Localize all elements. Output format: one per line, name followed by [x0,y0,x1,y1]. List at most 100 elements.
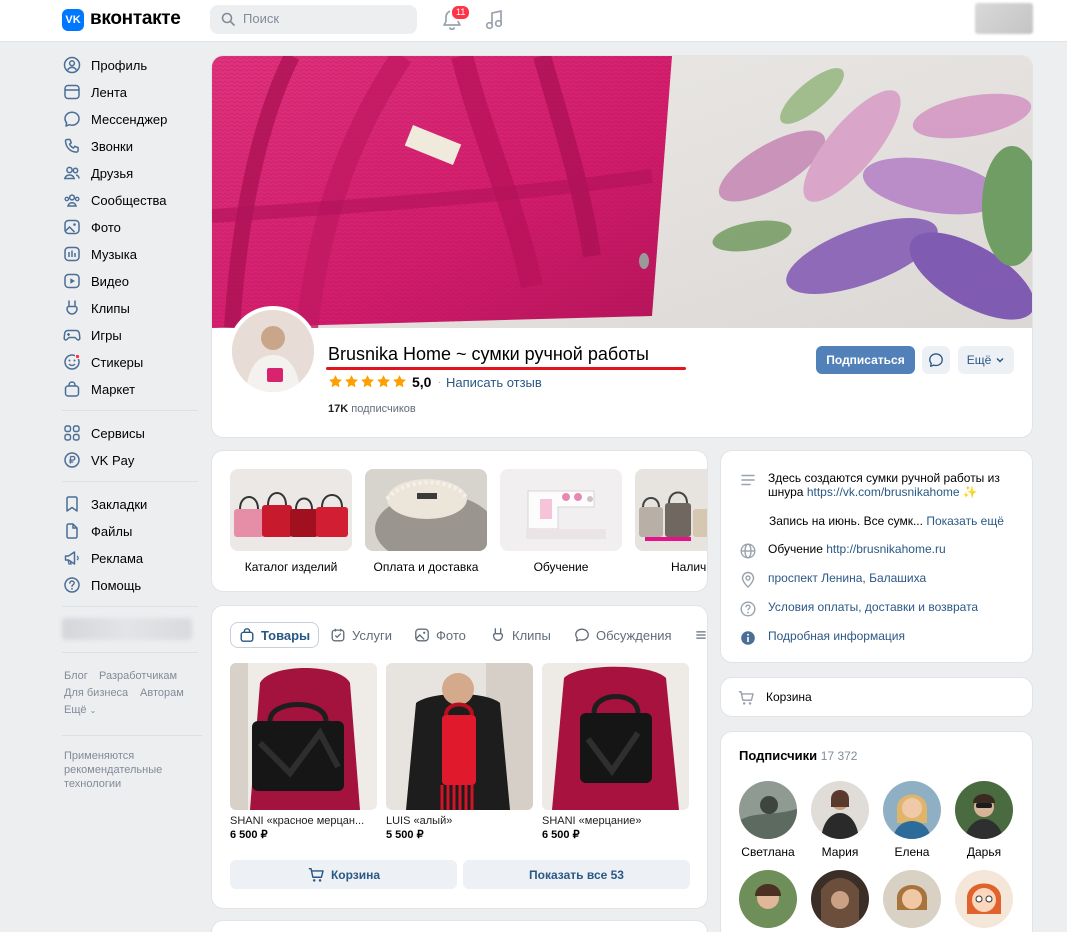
sidebar-item-ads[interactable]: Реклама [62,547,143,569]
sidebar-item-services[interactable]: Сервисы [62,422,145,444]
recommendation-note[interactable]: Применяются рекомендательные технологии [64,749,174,791]
training-link[interactable]: http://brusnikahome.ru [826,542,945,556]
footer-link-business[interactable]: Для бизнеса [64,687,128,699]
sidebar-item-calls[interactable]: Звонки [62,135,133,157]
category-item[interactable]: Обучение [500,469,622,574]
search-box[interactable] [210,5,417,34]
category-image [635,469,707,551]
subscriber-item[interactable] [882,870,942,928]
services-icon [62,423,82,443]
show-all-products-button[interactable]: Показать все 53 [463,860,690,889]
product-item[interactable]: SHANI «красное мерцан... 6 500 ₽ [230,663,377,841]
category-label: Обучение [533,560,589,574]
footer-link-blog[interactable]: Блог [64,670,88,682]
product-item[interactable]: LUIS «алый» 5 500 ₽ [386,663,533,841]
cart-button[interactable]: Корзина [230,860,457,889]
vkpay-icon [62,450,82,470]
product-item[interactable]: SHANI «мерцание» 6 500 ₽ [542,663,689,841]
separator-dot: · [438,377,442,388]
training-text: Обучение http://brusnikahome.ru [768,542,946,556]
sidebar-item-games[interactable]: Игры [62,324,122,346]
subscriber-item[interactable] [954,870,1014,928]
sidebar-item-friends[interactable]: Друзья [62,162,133,184]
sidebar-item-bookmarks[interactable]: Закладки [62,493,147,515]
sidebar-item-help[interactable]: Помощь [62,574,141,596]
message-button[interactable] [922,346,950,374]
search-input[interactable] [243,11,403,26]
subscriber-item[interactable]: Светлана [738,781,798,859]
footer-link-more[interactable]: Ещё ⌄ [64,704,96,716]
category-item[interactable]: Каталог изделий [230,469,352,574]
vk-logo-icon[interactable]: VK [62,9,84,31]
description-link[interactable]: https://vk.com/brusnikahome [807,485,960,499]
subscribers-title-text: Подписчики [739,748,818,763]
category-image [365,469,487,551]
sidebar-item-photos[interactable]: Фото [62,216,121,238]
category-label: Налич [671,560,707,574]
globe-icon [740,543,756,559]
sidebar-item-vkpay[interactable]: VK Pay [62,449,134,471]
star-icon [329,375,342,388]
tab-clips[interactable]: Клипы [490,622,551,648]
subscribe-button[interactable]: Подписаться [816,346,915,374]
sidebar-item-files[interactable]: Файлы [62,520,132,542]
tab-more-overflow[interactable] [694,622,707,648]
product-image [386,663,533,810]
search-icon [221,12,235,26]
tab-photos[interactable]: Фото [414,622,466,648]
category-item[interactable]: Оплата и доставка [365,469,487,574]
details-link[interactable]: Подробная информация [768,629,905,643]
sidebar-item-communities[interactable]: Сообщества [62,189,167,211]
tab-services[interactable]: Услуги [330,622,392,648]
sidebar-item-stickers[interactable]: Стикеры [62,351,143,373]
blurred-sidebar-ad[interactable] [62,618,192,640]
category-item[interactable]: Налич [635,469,707,574]
footer-link-developers[interactable]: Разработчикам [99,670,177,682]
cart-card[interactable]: Корзина [720,677,1033,717]
subscriber-item[interactable] [738,870,798,928]
sidebar-item-clips[interactable]: Клипы [62,297,130,319]
address-link[interactable]: проспект Ленина, Балашиха [768,571,926,585]
message-icon [929,353,943,367]
write-review-link[interactable]: Написать отзыв [446,375,542,390]
subscriber-item[interactable] [810,870,870,928]
photo-icon [415,628,429,642]
info-card: Здесь создаются сумки ручной работы из ш… [720,450,1033,663]
sidebar-item-music[interactable]: Музыка [62,243,137,265]
bookmark-icon [62,494,82,514]
user-avatar[interactable] [975,3,1033,34]
more-button[interactable]: Ещё [958,346,1014,374]
discussion-icon [575,628,589,642]
left-navigation-secondary: Сервисы VK Pay [62,422,212,482]
sidebar-item-label: Маркет [91,381,136,397]
tab-label: Обсуждения [596,627,672,643]
subscriber-item[interactable]: Елена [882,781,942,859]
avatar [739,870,797,928]
avatar [883,870,941,928]
music-note-icon[interactable] [484,9,504,31]
footer-link-authors[interactable]: Авторам [140,687,184,699]
clips-icon [62,298,82,318]
sidebar-item-video[interactable]: Видео [62,270,129,292]
sidebar-item-label: Файлы [91,523,133,539]
tab-goods[interactable]: Товары [230,622,320,648]
subscriber-item[interactable]: Дарья [954,781,1014,859]
sidebar-item-messenger[interactable]: Мессенджер [62,108,167,130]
subscribers-title[interactable]: Подписчики 17 372 [739,748,857,763]
terms-link[interactable]: Условия оплаты, доставки и возврата [768,600,978,614]
product-image [230,663,377,810]
subscriber-name: Дарья [966,845,1002,859]
sidebar-item-label: Игры [91,327,122,343]
cover-image [212,56,1032,328]
tab-discussions[interactable]: Обсуждения [574,622,672,648]
sidebar-item-label: Стикеры [91,354,144,370]
sidebar-item-feed[interactable]: Лента [62,81,127,103]
group-avatar[interactable] [228,306,318,396]
sidebar-item-profile[interactable]: Профиль [62,54,147,76]
show-more-link[interactable]: Показать ещё [926,514,1004,528]
tab-label: Клипы [512,627,551,643]
logo-text[interactable]: вконтакте [90,8,181,30]
training-row: Обучение http://brusnikahome.ru [739,542,1019,560]
sidebar-item-market[interactable]: Маркет [62,378,135,400]
subscriber-item[interactable]: Мария [810,781,870,859]
